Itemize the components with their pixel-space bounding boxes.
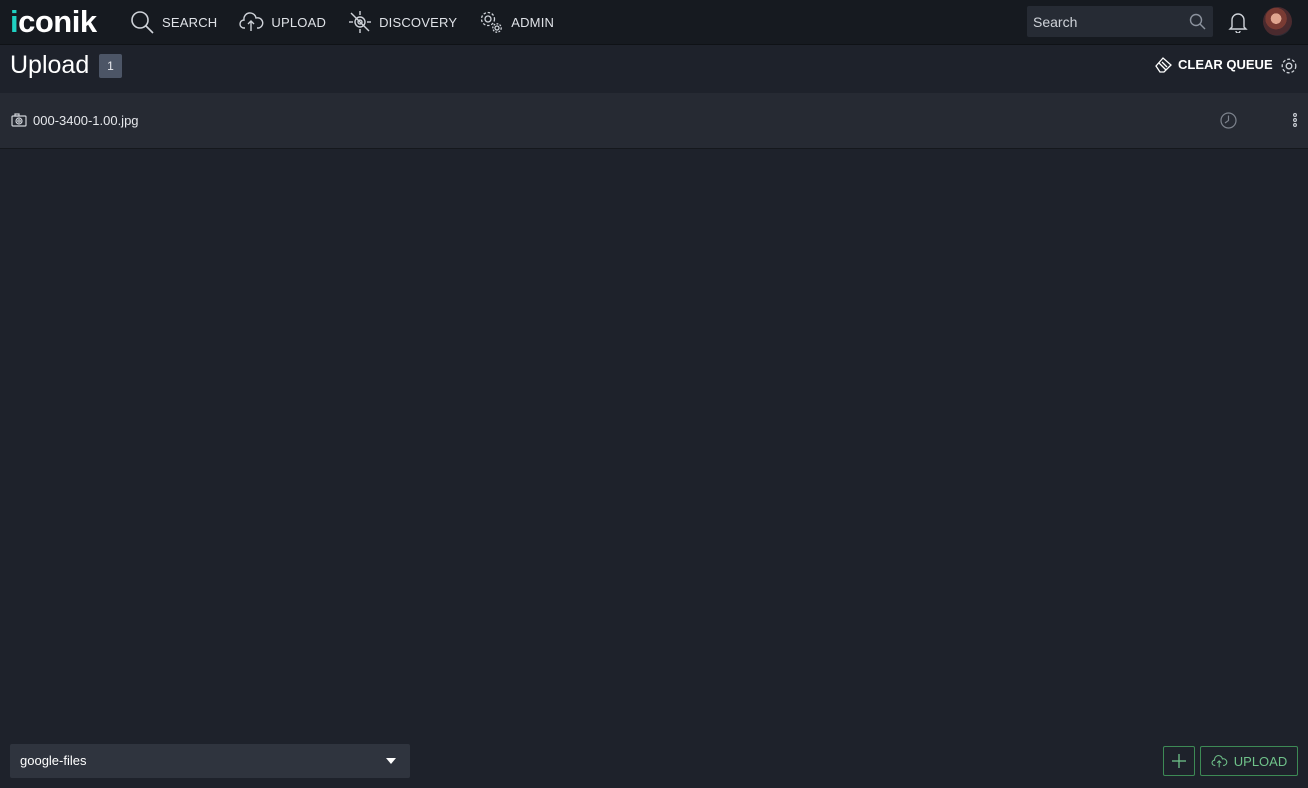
- page-title: Upload: [10, 51, 90, 79]
- nav-upload-label: UPLOAD: [271, 14, 327, 30]
- cloud-upload-icon: [239, 12, 264, 31]
- camera-icon: [11, 113, 27, 127]
- header-search: [1027, 6, 1213, 37]
- file-name: 000-3400-1.00.jpg: [33, 113, 139, 128]
- avatar[interactable]: [1263, 7, 1292, 36]
- plus-icon: [1172, 754, 1186, 768]
- clear-queue-button[interactable]: CLEAR QUEUE: [1154, 56, 1273, 73]
- nav-discovery[interactable]: DISCOVERY: [348, 10, 457, 34]
- settings-gear-icon[interactable]: [1280, 57, 1298, 75]
- nav-admin-label: ADMIN: [511, 14, 555, 30]
- cloud-upload-icon: [1211, 754, 1228, 767]
- storage-select-value: google-files: [20, 753, 87, 768]
- storage-select[interactable]: google-files: [10, 744, 410, 778]
- more-options-icon[interactable]: [1290, 112, 1300, 128]
- add-files-button[interactable]: [1163, 746, 1195, 776]
- gears-icon: [481, 11, 503, 33]
- upload-queue-row[interactable]: 000-3400-1.00.jpg: [0, 93, 1308, 149]
- discovery-icon: [349, 11, 372, 33]
- upload-button-label: UPLOAD: [1233, 753, 1288, 769]
- nav-search[interactable]: SEARCH: [130, 10, 217, 35]
- iconik-logo[interactable]: iconik: [10, 4, 97, 40]
- clear-queue-label: CLEAR QUEUE: [1178, 57, 1273, 72]
- nav-search-label: SEARCH: [162, 14, 218, 30]
- nav-discovery-label: DISCOVERY: [379, 14, 458, 30]
- page-header: Upload 1 CLEAR QUEUE: [0, 44, 1308, 92]
- queue-count-badge: 1: [99, 54, 122, 78]
- nav-admin[interactable]: ADMIN: [479, 10, 554, 35]
- clock-icon: [1220, 112, 1237, 129]
- bell-icon[interactable]: [1228, 11, 1248, 33]
- nav-upload[interactable]: UPLOAD: [239, 12, 326, 32]
- main-nav: SEARCH UPLOAD DISCOVERY ADMIN: [130, 0, 576, 44]
- search-icon: [131, 10, 154, 34]
- search-input[interactable]: [1027, 12, 1185, 31]
- caret-down-icon: [386, 758, 396, 764]
- top-bar: iconik SEARCH UPLOAD DISCOVERY ADMIN Sea…: [0, 0, 1308, 45]
- upload-button[interactable]: UPLOAD: [1200, 746, 1298, 776]
- search-icon[interactable]: [1189, 13, 1206, 30]
- eraser-icon: [1155, 57, 1172, 73]
